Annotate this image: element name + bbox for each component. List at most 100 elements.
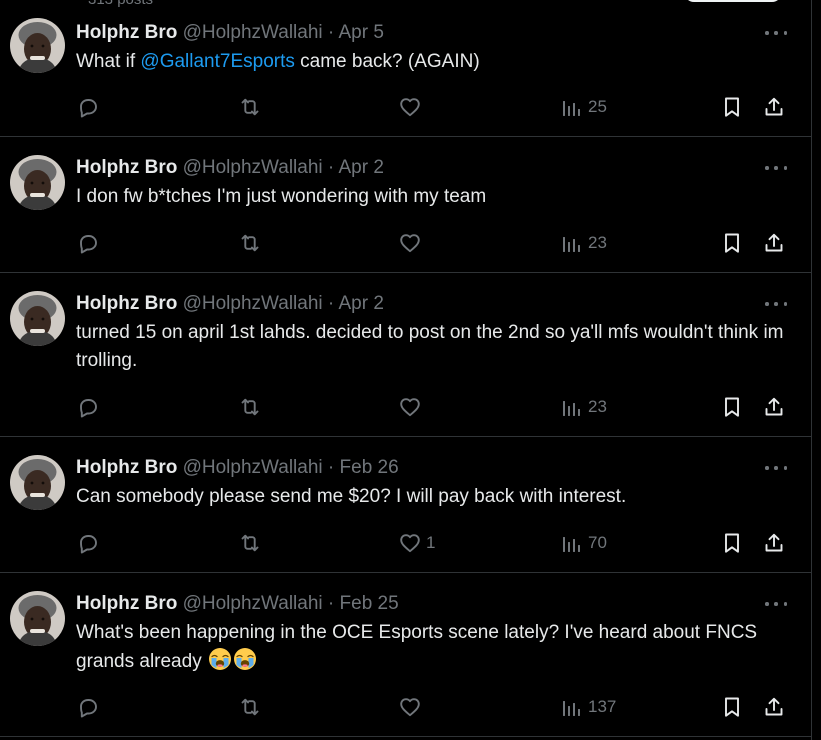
bookmark-button[interactable] <box>720 231 744 255</box>
bookmark-button[interactable] <box>720 395 744 419</box>
views-icon <box>560 695 584 719</box>
tweet-text: What's been happening in the OCE Esports… <box>76 619 793 676</box>
loudly-crying-face-emoji <box>208 647 232 671</box>
like-button[interactable] <box>398 695 426 719</box>
views-button[interactable]: 25 <box>560 95 607 119</box>
reply-icon <box>76 231 100 255</box>
retweet-icon <box>238 531 262 555</box>
views-button[interactable]: 137 <box>560 695 616 719</box>
retweet-button[interactable] <box>238 695 262 719</box>
bookmark-icon <box>720 695 744 719</box>
retweet-button[interactable] <box>238 395 262 419</box>
reply-button[interactable] <box>76 531 100 555</box>
loudly-crying-face-emoji <box>233 647 257 671</box>
separator: · <box>327 593 335 614</box>
like-icon <box>398 531 422 555</box>
user-handle[interactable]: @HolphzWallahi <box>183 293 323 314</box>
share-button[interactable] <box>762 231 786 255</box>
views-icon <box>560 231 584 255</box>
user-handle[interactable]: @HolphzWallahi <box>183 22 323 43</box>
like-button[interactable]: 1 <box>398 531 435 555</box>
tweet[interactable]: Holphz Bro @HolphzWallahi · Apr 2 turned… <box>0 273 811 437</box>
like-button[interactable] <box>398 395 426 419</box>
tweet-header: Holphz Bro @HolphzWallahi · Feb 25 <box>76 592 793 616</box>
bookmark-icon <box>720 531 744 555</box>
views-button[interactable]: 23 <box>560 231 607 255</box>
share-icon <box>762 695 786 719</box>
avatar[interactable] <box>10 155 65 210</box>
avatar[interactable] <box>10 291 65 346</box>
tweet[interactable]: Holphz Bro @HolphzWallahi · Feb 25 What'… <box>0 573 811 737</box>
tweet[interactable]: Holphz Bro @HolphzWallahi · Feb 26 Can s… <box>0 437 811 573</box>
bookmark-icon <box>720 95 744 119</box>
share-button[interactable] <box>762 695 786 719</box>
tweet-header: Holphz Bro @HolphzWallahi · Feb 26 <box>76 456 793 480</box>
reply-icon <box>76 695 100 719</box>
view-count: 23 <box>588 233 607 252</box>
view-count: 25 <box>588 97 607 116</box>
tweet-actions: 25 <box>76 95 791 119</box>
like-icon <box>398 695 422 719</box>
bookmark-button[interactable] <box>720 695 744 719</box>
view-count: 70 <box>588 533 607 552</box>
share-button[interactable] <box>762 395 786 419</box>
tweet-header: Holphz Bro @HolphzWallahi · Apr 2 <box>76 292 793 316</box>
reply-icon <box>76 531 100 555</box>
user-handle[interactable]: @HolphzWallahi <box>183 457 323 478</box>
tweet-actions: 23 <box>76 395 791 419</box>
tweet-date[interactable]: Apr 2 <box>338 157 383 178</box>
reply-button[interactable] <box>76 95 100 119</box>
tweet-date[interactable]: Apr 5 <box>338 22 383 43</box>
separator: · <box>327 457 335 478</box>
reply-button[interactable] <box>76 395 100 419</box>
tweet[interactable]: Holphz Bro @HolphzWallahi · Apr 5 What i… <box>0 14 811 137</box>
views-button[interactable]: 70 <box>560 531 607 555</box>
avatar[interactable] <box>10 591 65 646</box>
display-name[interactable]: Holphz Bro <box>76 457 177 478</box>
reply-button[interactable] <box>76 695 100 719</box>
views-button[interactable]: 23 <box>560 395 607 419</box>
tweet[interactable]: Holphz Bro @HolphzWallahi · Apr 2 I don … <box>0 137 811 273</box>
separator: · <box>327 157 335 178</box>
separator: · <box>327 293 335 314</box>
post-count: 313 posts <box>88 0 153 8</box>
like-icon <box>398 231 422 255</box>
retweet-icon <box>238 231 262 255</box>
display-name[interactable]: Holphz Bro <box>76 22 177 43</box>
reply-button[interactable] <box>76 231 100 255</box>
bookmark-icon <box>720 231 744 255</box>
avatar[interactable] <box>10 18 65 73</box>
tweet-date[interactable]: Feb 25 <box>340 593 399 614</box>
retweet-button[interactable] <box>238 531 262 555</box>
like-button[interactable] <box>398 231 426 255</box>
tweet-header: Holphz Bro @HolphzWallahi · Apr 5 <box>76 21 793 45</box>
retweet-icon <box>238 695 262 719</box>
like-button[interactable] <box>398 95 426 119</box>
display-name[interactable]: Holphz Bro <box>76 593 177 614</box>
retweet-button[interactable] <box>238 231 262 255</box>
like-count: 1 <box>426 533 436 552</box>
user-handle[interactable]: @HolphzWallahi <box>183 593 323 614</box>
share-button[interactable] <box>762 95 786 119</box>
tweet-date[interactable]: Apr 2 <box>338 293 383 314</box>
bookmark-button[interactable] <box>720 531 744 555</box>
share-icon <box>762 231 786 255</box>
tweet-text-part: What if <box>76 51 141 72</box>
tweet-actions: 137 <box>76 695 791 719</box>
share-button[interactable] <box>762 531 786 555</box>
profile-header-remnant: 313 posts <box>0 0 821 14</box>
tweet-text: What if @Gallant7Esports came back? (AGA… <box>76 48 793 76</box>
display-name[interactable]: Holphz Bro <box>76 157 177 178</box>
follow-button[interactable] <box>684 0 782 2</box>
tweet-date[interactable]: Feb 26 <box>340 457 399 478</box>
tweet-text: Can somebody please send me $20? I will … <box>76 486 627 507</box>
retweet-button[interactable] <box>238 95 262 119</box>
bookmark-button[interactable] <box>720 95 744 119</box>
share-icon <box>762 95 786 119</box>
mention-link[interactable]: @Gallant7Esports <box>140 51 294 72</box>
tweet-header: Holphz Bro @HolphzWallahi · Apr 2 <box>76 156 793 180</box>
user-handle[interactable]: @HolphzWallahi <box>183 157 323 178</box>
display-name[interactable]: Holphz Bro <box>76 293 177 314</box>
retweet-icon <box>238 395 262 419</box>
avatar[interactable] <box>10 455 65 510</box>
